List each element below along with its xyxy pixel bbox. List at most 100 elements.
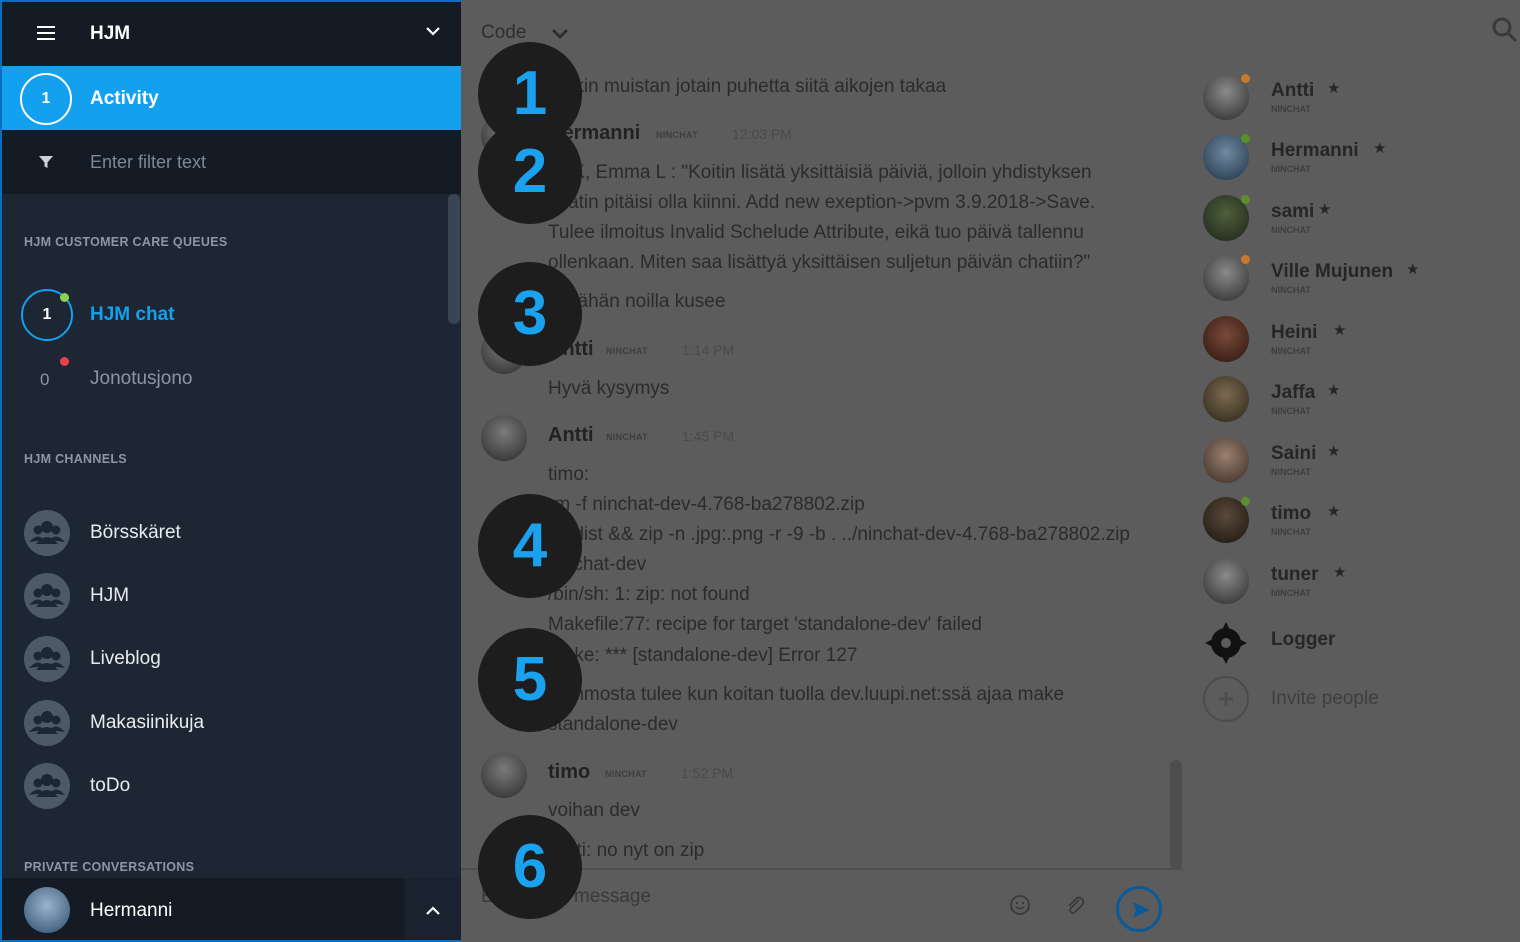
filter-funnel-icon [39, 156, 53, 168]
star-icon: ★ [1327, 503, 1341, 520]
avatar [24, 887, 70, 933]
member-name: sami [1271, 201, 1315, 222]
private-conversations-heading: PRIVATE CONVERSATIONS [24, 860, 195, 874]
attachment-icon[interactable] [1064, 894, 1086, 916]
search-icon[interactable] [1491, 16, 1519, 44]
filter-row [2, 130, 461, 194]
channel-title[interactable]: Code [481, 22, 526, 44]
queue-label: HJM chat [90, 304, 175, 325]
message-text: YTK, Emma L : "Koitin lisätä yksittäisiä… [548, 162, 1092, 183]
sidebar-header[interactable]: HJM [2, 2, 461, 66]
step-marker-4: 4 [478, 494, 582, 598]
member-item-tuner[interactable]: tuner ★ NINCHAT [1203, 558, 1503, 606]
sidebar-scrollbar[interactable] [448, 194, 460, 324]
queue-item-jonotusjono[interactable]: 0 Jonotusjono [2, 352, 442, 408]
member-item-logger[interactable]: Logger [1203, 620, 1503, 668]
sidebar: HJM 1 Activity HJM CUSTOMER CARE QUEUES … [0, 0, 461, 942]
member-item-timo[interactable]: timo ★ NINCHAT [1203, 497, 1503, 545]
avatar [1203, 558, 1249, 604]
status-dot-online [60, 293, 69, 302]
channel-item-todo[interactable]: toDo [2, 759, 442, 815]
expand-user-menu-button[interactable] [405, 878, 461, 940]
star-icon: ★ [1373, 140, 1387, 157]
step-marker-2: 2 [478, 120, 582, 224]
member-badge: NINCHAT [1271, 467, 1311, 477]
status-dot [1241, 255, 1250, 264]
member-name: Hermanni [1271, 140, 1359, 161]
message-text: Hyvä kysymys [548, 378, 670, 399]
queue-count: 0 [40, 370, 50, 389]
queue-item-hjm-chat[interactable]: 1 HJM chat [2, 288, 442, 344]
filter-input[interactable] [90, 149, 430, 175]
star-icon: ★ [1333, 564, 1347, 581]
star-icon: ★ [1406, 261, 1420, 278]
member-item-heini[interactable]: Heini ★ NINCHAT [1203, 316, 1503, 364]
message-author[interactable]: timo [548, 761, 590, 784]
org-title: HJM [90, 23, 131, 44]
channel-label: Börsskäret [90, 522, 181, 543]
chevron-down-icon[interactable] [550, 25, 570, 43]
current-user-footer[interactable]: Hermanni [2, 878, 461, 940]
status-dot [1241, 134, 1250, 143]
channels-heading: HJM CHANNELS [24, 452, 127, 466]
hamburger-menu-icon[interactable] [37, 26, 55, 40]
message-author[interactable]: Antti [548, 424, 594, 447]
member-badge: NINCHAT [1271, 406, 1311, 416]
emoji-icon[interactable] [1009, 894, 1031, 916]
message-text: rm -f ninchat-dev-4.768-ba278802.zip [548, 494, 865, 515]
member-name: Saini [1271, 443, 1317, 464]
plus-icon [1203, 676, 1249, 722]
chat-scrollbar[interactable] [1170, 760, 1182, 870]
member-badge: NINCHAT [1271, 225, 1311, 235]
message-time: 1:45 PM [682, 428, 735, 444]
channel-label: HJM [90, 585, 130, 606]
message-text: chatin pitäisi olla kiinni. Add new exep… [548, 192, 1096, 213]
member-item-jaffa[interactable]: Jaffa ★ NINCHAT [1203, 376, 1503, 424]
step-marker-6: 6 [478, 815, 582, 919]
member-name: Jaffa [1271, 382, 1316, 403]
invite-label: Invite people [1271, 688, 1379, 709]
channel-label: Liveblog [90, 648, 161, 669]
star-icon: ★ [1327, 80, 1341, 97]
message-text: ollenkaan. Miten saa lisättyä yksittäise… [548, 252, 1091, 273]
channel-item-borsskaret[interactable]: Börsskäret [2, 506, 442, 562]
star-icon: ★ [1318, 201, 1332, 218]
member-item-ville-mujunen[interactable]: Ville Mujunen ★ NINCHAT [1203, 255, 1503, 303]
member-item-antti[interactable]: Antti ★ NINCHAT [1203, 74, 1503, 122]
message-text: voihan dev [548, 800, 640, 821]
message-text: cd dist && zip -n .jpg:.png -r -9 -b . .… [548, 524, 1130, 545]
activity-count-badge: 1 [20, 73, 72, 125]
queue-label: Jonotusjono [90, 368, 193, 389]
avatar [481, 752, 527, 798]
avatar [1203, 437, 1249, 483]
avatar [1203, 376, 1249, 422]
channel-item-liveblog[interactable]: Liveblog [2, 632, 442, 688]
member-item-sami[interactable]: sami ★ NINCHAT [1203, 195, 1503, 243]
member-name: tuner [1271, 564, 1319, 585]
message-text: timo: [548, 464, 590, 485]
member-badge: NINCHAT [1271, 104, 1311, 114]
step-marker-3: 3 [478, 262, 582, 366]
member-item-saini[interactable]: Saini ★ NINCHAT [1203, 437, 1503, 485]
message-text: Makefile:77: recipe for target 'standalo… [548, 614, 982, 635]
author-badge: NINCHAT [605, 769, 647, 779]
main-chat-area: Code mäkin muistan jotain puhetta siitä … [461, 0, 1520, 942]
channel-item-makasiinikuja[interactable]: Makasiinikuja [2, 696, 442, 752]
member-item-hermanni[interactable]: Hermanni ★ NINCHAT [1203, 134, 1503, 182]
message-text: standalone-dev [548, 714, 678, 735]
invite-people-button[interactable]: Invite people [1203, 676, 1503, 724]
star-icon: ★ [1333, 322, 1347, 339]
group-icon [24, 573, 70, 619]
message-time: 12:03 PM [732, 126, 792, 142]
send-button[interactable] [1116, 886, 1162, 932]
channel-label: toDo [90, 775, 131, 796]
member-name: timo [1271, 503, 1312, 524]
status-dot-offline [60, 357, 69, 366]
sidebar-item-activity[interactable]: 1 Activity [2, 66, 461, 130]
author-badge: NINCHAT [606, 346, 648, 356]
member-badge: NINCHAT [1271, 346, 1311, 356]
chevron-down-icon[interactable] [424, 22, 442, 40]
channel-item-hjm[interactable]: HJM [2, 569, 442, 625]
author-badge: NINCHAT [606, 432, 648, 442]
group-icon [24, 510, 70, 556]
